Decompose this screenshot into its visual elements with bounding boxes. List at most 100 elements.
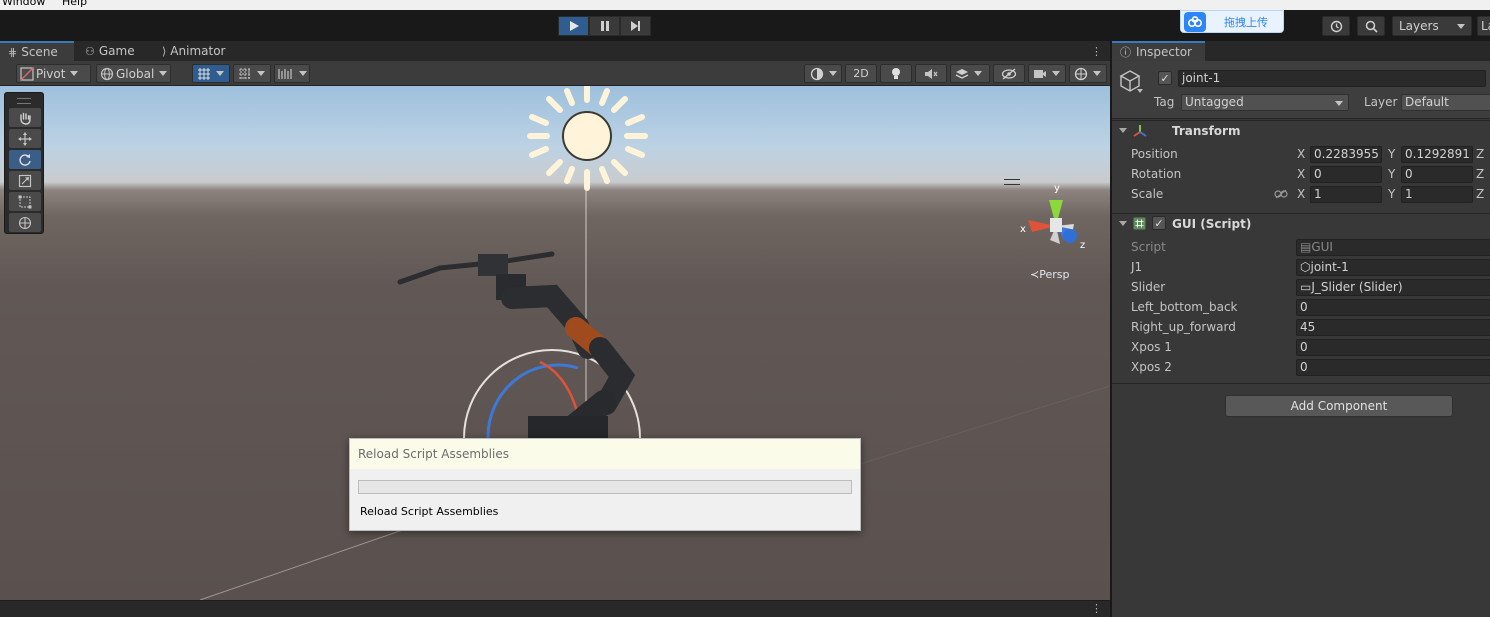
move-tool[interactable] [9,129,41,148]
robot-arm-model[interactable] [397,251,636,450]
xpos2-field[interactable]: 0 [1296,359,1490,376]
position-y-field[interactable]: 0.1292891 [1401,146,1473,163]
layers-dropdown[interactable]: Layers [1392,16,1472,36]
scene-panel-tabs: ⋕ Scene ⚇ Game ⟩ Animator ⋮ [0,41,1110,61]
perspective-label[interactable]: ≺Persp [1030,268,1069,281]
right-up-forward-row: Right_up_forward 45 [1112,317,1490,337]
toggle-2d-button[interactable]: 2D [845,64,877,83]
global-dropdown[interactable]: Global [96,64,171,83]
rotation-y-field[interactable]: 0 [1401,166,1473,183]
transform-header[interactable]: Transform [1112,120,1490,140]
xpos2-label: Xpos 2 [1131,360,1172,374]
foldout-arrow-icon[interactable] [1119,128,1127,133]
hand-tool[interactable] [9,108,41,127]
position-z-label: Z [1476,147,1485,161]
object-name-field[interactable]: joint-1 [1178,70,1486,87]
layer-value: Default [1405,95,1449,109]
grid-snap-toggle[interactable] [192,64,230,83]
scale-tool[interactable] [9,171,41,190]
xpos1-field[interactable]: 0 [1296,339,1490,356]
layers-label: Layers [1399,19,1439,33]
rotate-tool[interactable] [9,150,41,169]
menu-help[interactable]: Help [62,0,87,8]
shading-mode-dropdown[interactable] [804,64,842,83]
gizmos-dropdown[interactable] [1069,64,1107,83]
position-label: Position [1131,147,1178,161]
pause-icon [600,21,609,31]
inspector-panel: ⓘ Inspector ✓ joint-1 Tag Untagged Layer… [1112,41,1490,617]
scene-visibility-toggle[interactable] [993,64,1025,83]
increment-snap-toggle[interactable] [233,64,271,83]
more-options-icon[interactable]: ⋮ [1091,602,1102,615]
search-icon [1365,20,1378,33]
scale-label: Scale [1131,187,1164,201]
add-component-button[interactable]: Add Component [1225,395,1453,417]
audio-toggle[interactable] [915,64,947,83]
gameobject-header: ✓ joint-1 Tag Untagged Layer Default [1112,61,1490,119]
scale-row: Scale X 1 Y 1 Z [1112,184,1490,204]
right-up-forward-field[interactable]: 45 [1296,319,1490,336]
more-options-icon[interactable]: ⋮ [1091,45,1102,58]
chevron-down-icon [974,71,982,76]
layout-dropdown[interactable]: La [1477,16,1490,36]
step-icon [630,21,640,31]
script-label: Script [1131,240,1166,254]
chevron-down-icon [299,71,307,76]
search-button[interactable] [1357,16,1385,36]
tab-animator[interactable]: ⟩ Animator [154,41,233,61]
tab-game[interactable]: ⚇ Game [77,41,143,61]
directional-light-gizmo[interactable] [527,86,648,191]
globe-icon [100,67,114,80]
gui-script-enabled-checkbox[interactable]: ✓ [1152,216,1166,230]
foldout-arrow-icon[interactable] [1119,221,1127,226]
transform-tools-palette [4,92,44,234]
cloud-upload-widget[interactable]: 拖拽上传 [1180,10,1284,33]
grid-icon: ⋕ [8,45,18,59]
progress-bar [358,480,852,494]
move-arrows-icon [18,131,32,146]
tag-dropdown[interactable]: Untagged [1181,94,1349,111]
ruler-icon [278,68,292,79]
history-button[interactable] [1322,16,1350,36]
chevron-down-icon [159,71,168,76]
scene-bottom-strip: ⋮ [0,600,1110,617]
j1-object-field[interactable]: ⬡joint-1 [1296,259,1490,276]
slider-icon: ▭ [1300,280,1312,294]
camera-settings-dropdown[interactable] [1028,64,1066,83]
slider-value: J_Slider (Slider) [1311,280,1403,294]
menu-bar: Window Help [0,0,1490,10]
chevron-down-icon[interactable] [1137,89,1143,93]
orientation-gizmo[interactable]: y x z [1016,180,1096,260]
active-checkbox[interactable]: ✓ [1158,71,1172,85]
main-toolbar: 拖拽上传 Layers La [0,10,1490,41]
chevron-down-icon [1052,71,1060,76]
drag-handle[interactable] [17,98,31,104]
snap-settings-toggle[interactable] [274,64,310,83]
tab-scene[interactable]: ⋕ Scene [0,41,74,61]
axis-x-label: x [1020,224,1026,235]
step-button[interactable] [620,16,651,36]
position-x-field[interactable]: 0.2283955 [1310,146,1382,163]
slider-object-field[interactable]: ▭J_Slider (Slider) [1296,279,1490,296]
play-button[interactable] [558,16,589,36]
slider-label: Slider [1131,280,1166,294]
layer-dropdown[interactable]: Default [1401,94,1490,111]
pause-button[interactable] [589,16,620,36]
gamepad-icon: ⚇ [85,44,95,58]
lighting-toggle[interactable] [880,64,912,83]
inspector-tabs: ⓘ Inspector [1112,41,1490,61]
hand-icon [20,112,31,125]
rect-tool[interactable] [9,192,41,211]
pivot-dropdown[interactable]: Pivot [16,64,91,83]
effects-dropdown[interactable] [950,64,990,83]
tab-inspector[interactable]: ⓘ Inspector [1112,41,1205,61]
menu-window[interactable]: Window [2,0,45,8]
link-icon[interactable] [1274,189,1288,199]
rotation-x-field[interactable]: 0 [1310,166,1382,183]
left-bottom-back-field[interactable]: 0 [1296,299,1490,316]
axis-z-label: z [1080,240,1085,251]
transform-tool[interactable] [9,213,41,232]
gui-script-header[interactable]: ✓ GUI (Script) [1112,213,1490,233]
scale-x-field[interactable]: 1 [1310,186,1382,203]
scale-y-field[interactable]: 1 [1401,186,1473,203]
